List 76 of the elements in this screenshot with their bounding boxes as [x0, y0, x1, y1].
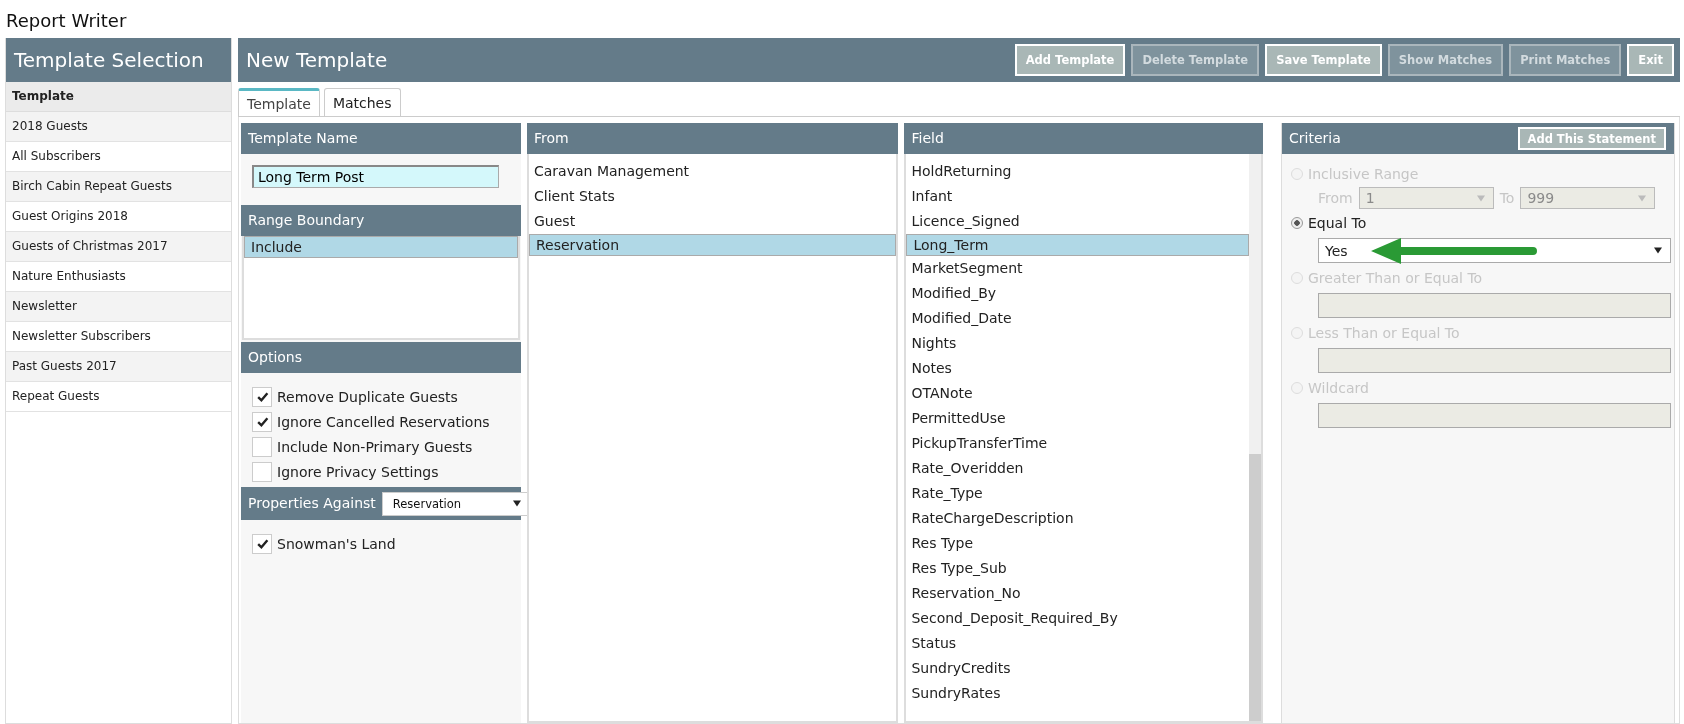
- property-label: Snowman's Land: [277, 535, 396, 552]
- list-item[interactable]: Res Type_Sub: [906, 556, 1249, 581]
- input-field[interactable]: [1318, 348, 1671, 373]
- panel-header: Template Name: [241, 123, 521, 154]
- option-label: Ignore Privacy Settings: [277, 463, 439, 480]
- template-item[interactable]: 2018 Guests: [6, 112, 231, 142]
- dropdown-value: 1: [1365, 190, 1375, 206]
- list-item[interactable]: Include: [244, 236, 518, 258]
- caret-icon: [1638, 194, 1647, 202]
- input-field[interactable]: [1318, 293, 1671, 318]
- checkbox[interactable]: [252, 386, 272, 407]
- input-field[interactable]: [1318, 403, 1671, 428]
- sidebar-title: Template Selection: [6, 38, 231, 82]
- list-item[interactable]: Caravan Management: [529, 159, 897, 184]
- list-item[interactable]: Rate_Type: [906, 481, 1249, 506]
- option-label: Ignore Cancelled Reservations: [277, 413, 490, 430]
- panel-title: Properties Against: [248, 494, 376, 513]
- list-item[interactable]: Second_Deposit_Required_By: [906, 606, 1249, 631]
- list-item[interactable]: OTANote: [906, 381, 1249, 406]
- list-item[interactable]: Modified_Date: [906, 306, 1249, 331]
- list-item[interactable]: Guest: [529, 209, 897, 234]
- dropdown[interactable]: Yes: [1318, 238, 1671, 263]
- list-item[interactable]: Long_Term: [906, 234, 1249, 256]
- check-icon: [255, 537, 269, 550]
- caret-icon: [512, 500, 521, 507]
- tab[interactable]: Template: [238, 88, 320, 116]
- list-item[interactable]: HoldReturning: [906, 159, 1249, 184]
- panel-header: Options: [241, 342, 521, 373]
- list-item[interactable]: Reservation: [529, 234, 897, 256]
- checkbox[interactable]: [252, 533, 272, 554]
- list-item[interactable]: Client Stats: [529, 184, 897, 209]
- check-icon: [255, 390, 269, 403]
- dropdown-value: Yes: [1325, 242, 1348, 259]
- dropdown-value: 999: [1527, 190, 1555, 206]
- tab[interactable]: Matches: [323, 88, 401, 116]
- list-item[interactable]: Status: [906, 631, 1249, 656]
- template-item[interactable]: Guests of Christmas 2017: [6, 232, 231, 262]
- panel-title: Criteria: [1289, 129, 1341, 148]
- template-item[interactable]: Newsletter: [6, 292, 231, 322]
- scrollbar[interactable]: [1249, 154, 1261, 721]
- scroll-thumb[interactable]: [1249, 454, 1261, 721]
- list-item[interactable]: Modified_By: [906, 281, 1249, 306]
- checkbox[interactable]: [252, 436, 272, 457]
- option-label: Include Non-Primary Guests: [277, 438, 473, 455]
- panel-header: Field: [904, 123, 1263, 154]
- panel-header: Range Boundary: [241, 205, 521, 236]
- list-item[interactable]: Nights: [906, 331, 1249, 356]
- checkbox[interactable]: [252, 411, 272, 432]
- list-item[interactable]: SundryCredits: [906, 656, 1249, 681]
- list-item[interactable]: Infant: [906, 184, 1249, 209]
- page-title: New Template: [246, 48, 388, 72]
- list-item[interactable]: Licence_Signed: [906, 209, 1249, 234]
- template-item[interactable]: Past Guests 2017: [6, 352, 231, 382]
- list-item[interactable]: Reservation_No: [906, 581, 1249, 606]
- option-label: Remove Duplicate Guests: [277, 388, 458, 405]
- list-item[interactable]: PermittedUse: [906, 406, 1249, 431]
- list-item[interactable]: MarketSegment: [906, 256, 1249, 281]
- template-item[interactable]: Birch Cabin Repeat Guests: [6, 172, 231, 202]
- list-item[interactable]: RateChargeDescription: [906, 506, 1249, 531]
- list-header: Template: [6, 82, 231, 112]
- dropdown[interactable]: Reservation: [381, 491, 530, 516]
- caret-icon: [1654, 247, 1662, 254]
- checkbox[interactable]: [252, 461, 272, 482]
- radio-button[interactable]: [1291, 217, 1303, 229]
- list-item[interactable]: Notes: [906, 356, 1249, 381]
- dropdown-value: Reservation: [392, 495, 462, 513]
- caret-icon: [1476, 194, 1485, 202]
- list-item[interactable]: Rate_Overidden: [906, 456, 1249, 481]
- list-item[interactable]: Res Type: [906, 531, 1249, 556]
- panel-header: From: [527, 123, 899, 154]
- option-label: Equal To: [1308, 215, 1367, 231]
- check-icon: [255, 415, 269, 428]
- app-title: Report Writer: [5, 9, 128, 33]
- list-item[interactable]: SundryRates: [906, 681, 1249, 706]
- name-field[interactable]: Long Term Post: [252, 165, 499, 188]
- list-item[interactable]: PickupTransferTime: [906, 431, 1249, 456]
